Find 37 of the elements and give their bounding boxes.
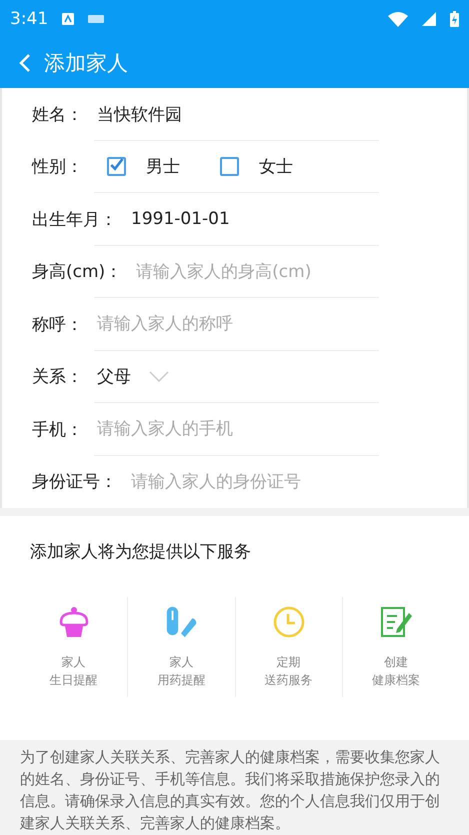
field-value: 1991-01-01 [131, 209, 230, 230]
checkbox[interactable] [220, 157, 239, 176]
option-label: 女士 [259, 156, 293, 178]
field-label: 手机： [32, 418, 83, 441]
option-label: 男士 [146, 156, 180, 178]
service-label: 创建 健康档案 [372, 654, 420, 689]
input-field[interactable]: 请输入家人的称呼 [97, 314, 357, 334]
service-label: 家人 生日提醒 [50, 654, 98, 689]
chevron-down-icon [149, 370, 169, 383]
status-time: 3:41 [10, 9, 48, 29]
field-label: 身高(cm)： [32, 261, 122, 284]
field-label: 出生年月： [32, 208, 117, 231]
privacy-notice: 为了创建家人关联关系、完善家人的健康档案，需要收集您家人的姓名、身份证号、手机等信息。我们将采取措施保护您录入的信息。请确保录入信息的真实有效。您的个人信息我们仅用于创建家人关联关系、完善家人的健康档案。 [18, 747, 441, 834]
field-label: 姓名： [32, 104, 83, 126]
clock-icon [272, 605, 306, 639]
input-field[interactable]: 请输入家人的手机 [97, 419, 357, 440]
field-label: 身份证号： [32, 471, 117, 494]
field-label: 称呼： [32, 314, 83, 336]
wifi-icon [388, 12, 408, 26]
field-label: 性别： [32, 156, 83, 178]
service-label: 定期 送药服务 [264, 654, 313, 689]
checkbox[interactable] [107, 157, 126, 176]
keyboard-icon [88, 15, 104, 23]
field-value: 当快软件园 [97, 104, 182, 126]
document-edit-icon [378, 605, 413, 639]
field-label: 关系： [32, 366, 83, 388]
pill-icon [164, 605, 198, 639]
keyboard-app-icon [62, 13, 74, 25]
section-title: 添加家人将为您提供以下服务 [29, 541, 252, 563]
service-label: 家人 用药提醒 [157, 654, 206, 689]
battery-charging-icon [450, 11, 459, 27]
relation-dropdown[interactable]: 父母 [97, 365, 169, 388]
page-title: 添加家人 [44, 50, 128, 77]
input-field[interactable]: 请输入家人的身份证号 [131, 472, 391, 492]
input-field[interactable]: 请输入家人的身高(cm) [136, 262, 396, 282]
signal-icon [422, 12, 436, 26]
back-icon [19, 53, 31, 73]
